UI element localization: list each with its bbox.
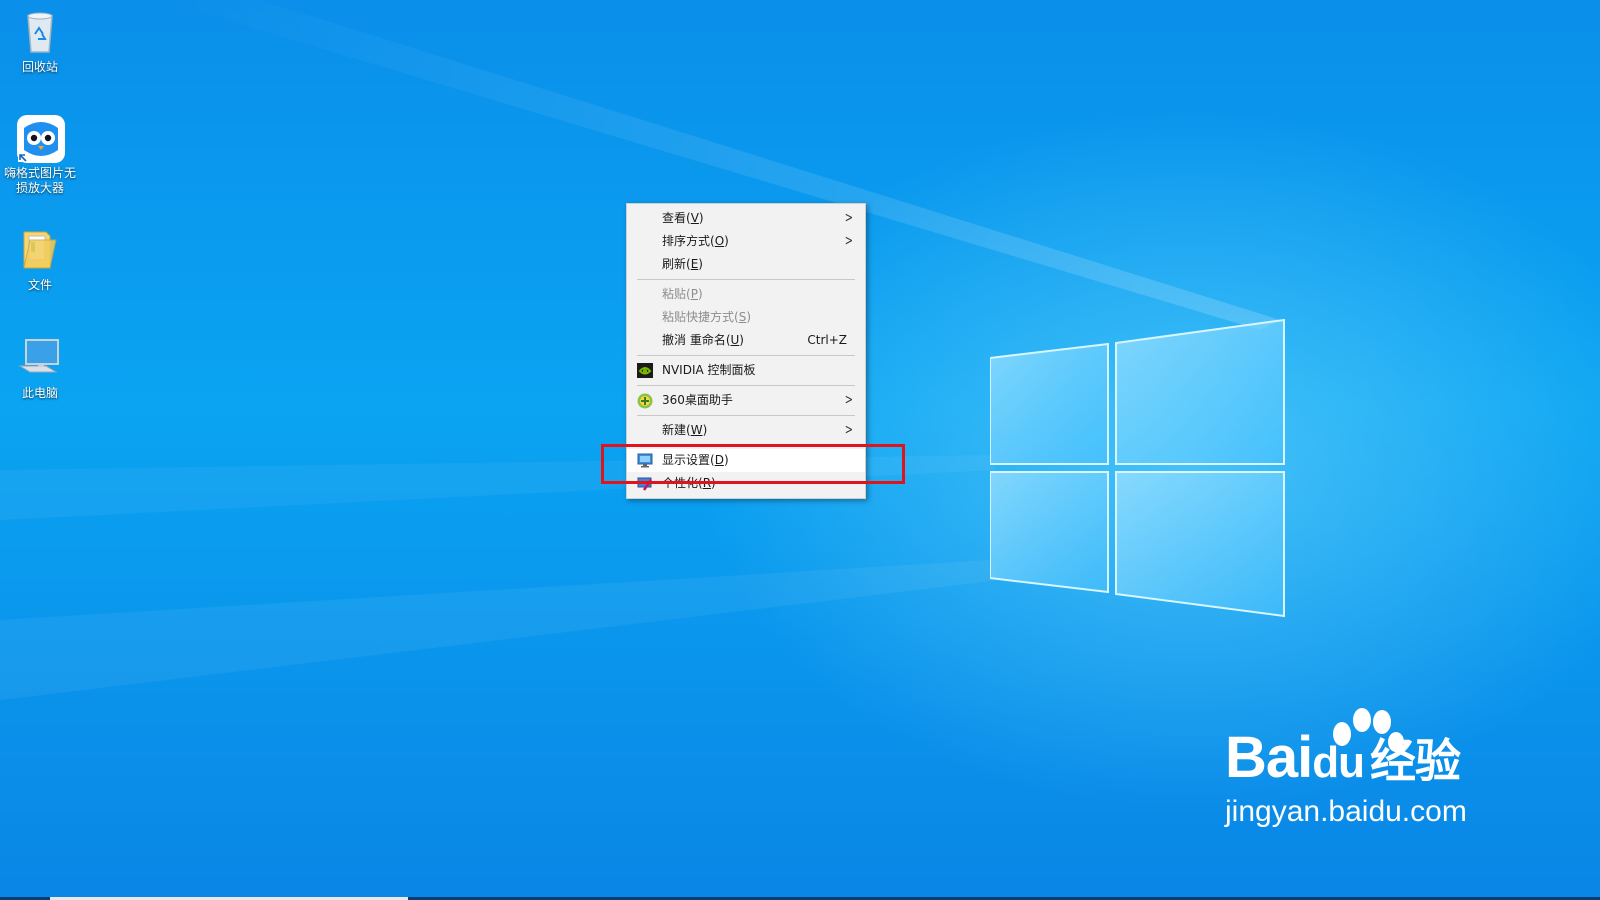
menu-item-label: NVIDIA 控制面板	[662, 363, 756, 377]
watermark-url: jingyan.baidu.com	[1225, 795, 1467, 828]
menu-item-label-end: )	[746, 310, 751, 324]
menu-item-label-end: )	[698, 257, 703, 271]
menu-item-label: 查看(	[662, 211, 691, 225]
nvidia-icon	[637, 363, 653, 378]
menu-item-paste-shortcut[interactable]: 粘贴快捷方式(S)	[627, 306, 865, 329]
chevron-right-icon: >	[845, 422, 854, 438]
desktop-icon-folder[interactable]: 文件	[0, 226, 80, 293]
access-key: P	[690, 287, 698, 301]
recycle-bin-icon	[16, 8, 64, 56]
menu-item-label: 粘贴(	[662, 287, 691, 301]
menu-item-view[interactable]: 查看(V) >	[627, 207, 865, 230]
baidu-jingyan-watermark: Baidu 经验 jingyan.baidu.com	[1225, 708, 1467, 829]
menu-item-sort-by[interactable]: 排序方式(O) >	[627, 230, 865, 253]
menu-item-label-end: )	[702, 423, 708, 437]
chevron-right-icon: >	[845, 392, 854, 408]
desktop-icon-recycle-bin[interactable]: 回收站	[0, 8, 80, 75]
chevron-right-icon: >	[845, 233, 854, 249]
desktop-icon-label: 文件	[27, 278, 52, 292]
menu-item-undo-rename[interactable]: 撤消 重命名(U) Ctrl+Z	[627, 329, 865, 352]
menu-item-label-end: )	[739, 333, 744, 347]
360-icon	[637, 393, 653, 409]
desktop-icon-label: 此电脑	[21, 386, 58, 400]
chevron-right-icon: >	[845, 210, 854, 226]
baidu-paw-icon	[1333, 708, 1404, 752]
highlight-annotation-box	[601, 444, 905, 484]
windows-logo	[990, 318, 1285, 618]
menu-item-refresh[interactable]: 刷新(E)	[627, 253, 865, 276]
keyboard-shortcut: Ctrl+Z	[807, 333, 847, 347]
menu-item-label: 排序方式(	[662, 234, 715, 248]
owl-app-icon	[16, 114, 65, 163]
access-key: V	[690, 211, 699, 225]
access-key: U	[730, 333, 740, 347]
menu-item-label: 新建(	[662, 423, 691, 437]
access-key: W	[690, 423, 703, 437]
folder-icon	[16, 226, 64, 274]
menu-item-label: 撤消 重命名(	[662, 333, 731, 347]
menu-item-nvidia-control-panel[interactable]: NVIDIA 控制面板	[627, 359, 865, 382]
menu-item-360-desktop-assistant[interactable]: 360桌面助手 >	[627, 389, 865, 412]
watermark-text-bai: Bai	[1225, 725, 1313, 790]
menu-item-label-end: )	[724, 234, 729, 248]
desktop-icon-label: 嗨格式图片无损放大器	[3, 166, 76, 195]
menu-separator	[637, 415, 855, 416]
menu-separator	[637, 355, 855, 356]
menu-item-paste[interactable]: 粘贴(P)	[627, 283, 865, 306]
computer-icon	[16, 334, 64, 382]
menu-separator	[637, 385, 855, 386]
access-key: O	[714, 234, 725, 248]
menu-separator	[637, 279, 855, 280]
menu-item-label: 360桌面助手	[662, 393, 733, 407]
desktop[interactable]: 回收站 嗨格式图片无损放大器 文件 此电脑 查看(V) > 排序方式(O) > …	[0, 0, 1600, 900]
desktop-icon-image-upscaler[interactable]: 嗨格式图片无损放大器	[0, 114, 80, 196]
menu-item-new[interactable]: 新建(W) >	[627, 419, 865, 442]
desktop-icon-this-pc[interactable]: 此电脑	[0, 334, 80, 401]
menu-item-label-end: )	[697, 287, 703, 301]
menu-item-label: 粘贴快捷方式(	[662, 310, 739, 324]
desktop-icon-label: 回收站	[21, 60, 58, 74]
menu-item-label: 刷新(	[662, 257, 691, 271]
menu-item-label-end: )	[698, 211, 704, 225]
